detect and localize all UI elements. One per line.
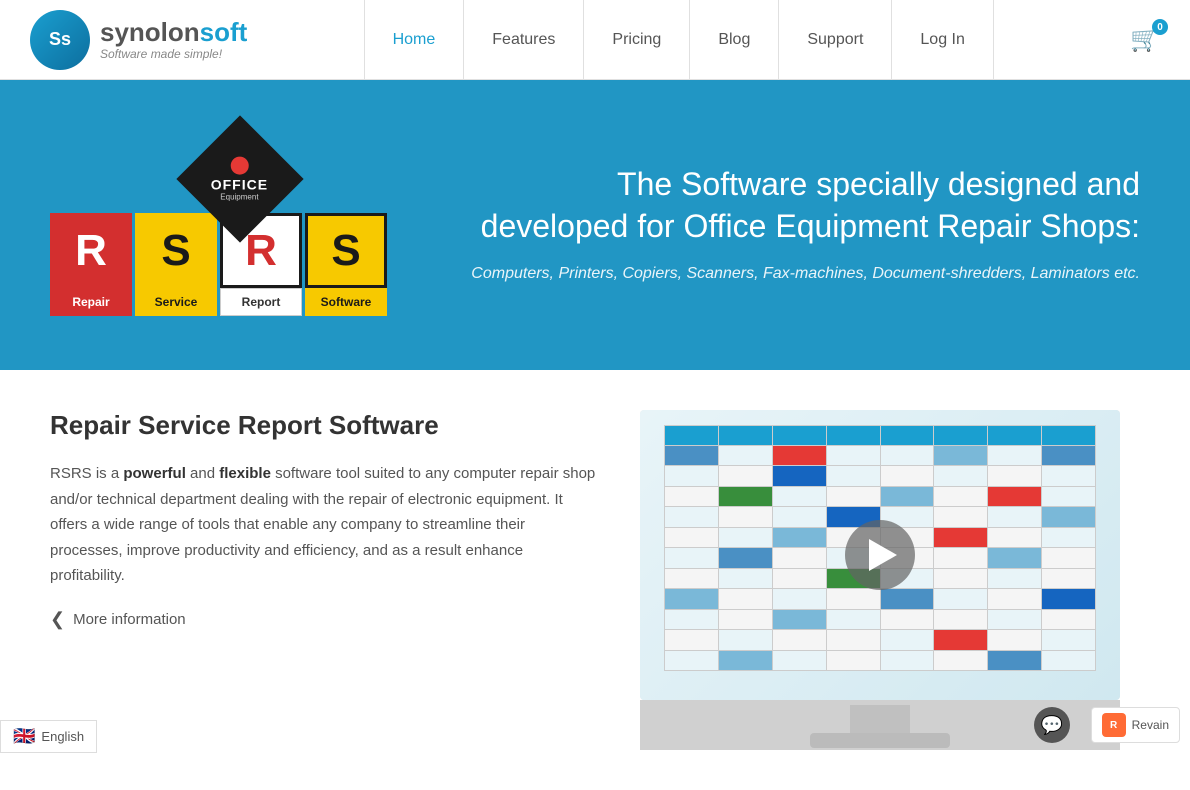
logo-icon: Ss [30,10,90,70]
logo-initials: Ss [49,29,71,50]
hero-headline: The Software specially designed and deve… [470,164,1140,247]
rsrs-word-repair: Repair [50,288,132,316]
logo-name: synolonsoft [100,18,247,47]
main-nav: Home Features Pricing Blog Support Log I… [364,0,994,80]
monitor-foot [810,733,950,748]
video-container[interactable] [640,410,1120,700]
chat-icon-button[interactable]: 💬 [1034,707,1070,743]
play-triangle-icon [869,539,897,571]
hero-sub: Computers, Printers, Copiers, Scanners, … [470,262,1140,286]
rsrs-letter-r1: R [50,213,132,288]
revain-label: Revain [1132,718,1169,732]
rsrs-word-software: Software [305,288,387,316]
revain-icon: R [1102,713,1126,737]
diamond-dot [231,157,249,175]
hero-text: The Software specially designed and deve… [470,164,1140,286]
cart-icon: 🛒 0 [1130,25,1160,54]
hero-banner: OFFICE Equipment R Repair S Service R Re… [0,80,1190,370]
language-label: English [41,729,84,744]
nav-item-login[interactable]: Log In [892,0,993,80]
logo-tagline: Software made simple! [100,47,247,61]
main-content: Repair Service Report Software RSRS is a… [0,370,1190,790]
revain-widget[interactable]: R Revain [1091,707,1180,743]
more-info-label: More information [73,611,186,628]
nav-item-blog[interactable]: Blog [690,0,779,80]
cart-button[interactable]: 🛒 0 [1110,25,1160,54]
rsrs-letter-s2: S [305,213,387,288]
monitor-screen [640,410,1120,700]
rsrs-logo: OFFICE Equipment R Repair S Service R Re… [50,134,430,316]
language-flag: 🇬🇧 [13,726,35,747]
chat-icon: 💬 [1041,715,1063,736]
logo-name-part1: synolon [100,17,200,47]
rsrs-block-s1: S Service [135,213,217,316]
diamond-equipment: Equipment [211,193,268,202]
logo-name-part2: soft [200,17,248,47]
rsrs-letter-s1: S [135,213,217,288]
play-button[interactable] [845,520,915,590]
nav-item-features[interactable]: Features [464,0,584,80]
rsrs-block-s2: S Software [305,213,387,316]
diamond-office: OFFICE [211,177,268,193]
rsrs-word-report: Report [220,288,302,316]
logo-text: synolonsoft Software made simple! [100,18,247,61]
diamond-content: OFFICE Equipment [211,157,268,202]
content-right [640,410,1140,750]
site-header: Ss synolonsoft Software made simple! Hom… [0,0,1190,80]
rsrs-block-r1: R Repair [50,213,132,316]
nav-item-pricing[interactable]: Pricing [584,0,690,80]
language-bar[interactable]: 🇬🇧 English [0,720,97,753]
nav-item-home[interactable]: Home [364,0,465,80]
diamond-container: OFFICE Equipment [50,134,430,208]
monitor-neck [850,705,910,735]
logo-area[interactable]: Ss synolonsoft Software made simple! [30,10,247,70]
rsrs-word-service: Service [135,288,217,316]
content-left: Repair Service Report Software RSRS is a… [50,410,600,630]
cart-badge: 0 [1152,19,1168,35]
chevron-down-icon: ❮ [50,609,65,630]
more-info-link[interactable]: ❮ More information [50,609,600,630]
section-body: RSRS is a powerful and flexible software… [50,461,600,589]
section-title: Repair Service Report Software [50,410,600,441]
nav-item-support[interactable]: Support [779,0,892,80]
